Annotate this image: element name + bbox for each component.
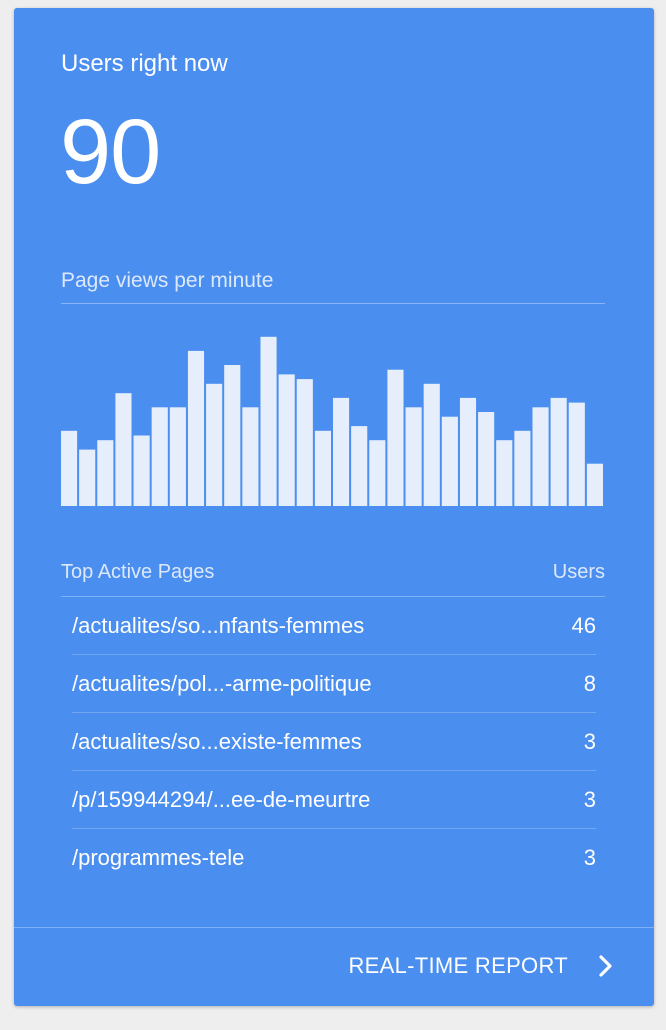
top-pages-list: /actualites/so...nfants-femmes 46 /actua… bbox=[72, 597, 596, 886]
real-time-report-label: REAL-TIME REPORT bbox=[348, 953, 568, 978]
footer-divider bbox=[14, 927, 654, 928]
pageviews-bar bbox=[169, 407, 186, 506]
pageviews-bar bbox=[478, 412, 495, 506]
chevron-right-icon bbox=[599, 955, 612, 977]
real-time-report-link[interactable]: REAL-TIME REPORT bbox=[348, 950, 614, 982]
pageviews-bar bbox=[187, 350, 205, 506]
pageviews-bar bbox=[260, 336, 277, 506]
row-page-path: /programmes-tele bbox=[72, 845, 245, 870]
pageviews-bar bbox=[333, 397, 350, 506]
pageviews-bar bbox=[586, 463, 603, 506]
active-users-count: 90 bbox=[60, 101, 161, 203]
pageviews-bar bbox=[441, 416, 458, 506]
pageviews-bar bbox=[423, 383, 440, 506]
pageviews-bar bbox=[61, 430, 78, 506]
section-divider bbox=[61, 303, 605, 304]
pageviews-label: Page views per minute bbox=[61, 269, 274, 292]
row-page-path: /p/159944294/...ee-de-meurtre bbox=[72, 787, 371, 812]
table-row[interactable]: /actualites/pol...-arme-politique 8 bbox=[72, 655, 596, 713]
row-user-count: 3 bbox=[583, 845, 596, 870]
pageviews-chart bbox=[61, 336, 603, 506]
pageviews-bar bbox=[532, 407, 549, 506]
table-row[interactable]: /p/159944294/...ee-de-meurtre 3 bbox=[72, 771, 596, 829]
row-page-path: /actualites/so...existe-femmes bbox=[72, 729, 362, 754]
row-user-count: 46 bbox=[571, 613, 596, 638]
pageviews-bar bbox=[278, 374, 295, 506]
table-row[interactable]: /programmes-tele 3 bbox=[72, 829, 596, 886]
row-user-count: 3 bbox=[583, 787, 596, 812]
header-top-active-pages: Top Active Pages bbox=[61, 561, 215, 583]
table-row[interactable]: /actualites/so...existe-femmes 3 bbox=[72, 713, 596, 771]
pageviews-bar bbox=[133, 435, 150, 506]
pageviews-bar bbox=[459, 397, 477, 506]
pageviews-bar bbox=[387, 369, 404, 506]
top-pages-header: Top Active Pages Users bbox=[61, 561, 605, 589]
card-title: Users right now bbox=[61, 50, 228, 77]
pageviews-bar bbox=[296, 379, 313, 506]
pageviews-bar bbox=[514, 430, 531, 506]
table-row[interactable]: /actualites/so...nfants-femmes 46 bbox=[72, 597, 596, 655]
pageviews-bar bbox=[369, 440, 386, 506]
row-user-count: 8 bbox=[583, 671, 596, 696]
pageviews-bar bbox=[568, 402, 585, 506]
row-page-path: /actualites/pol...-arme-politique bbox=[72, 671, 372, 696]
header-users: Users bbox=[552, 561, 605, 583]
pageviews-bar bbox=[351, 426, 368, 506]
realtime-card: Users right now 90 Page views per minute… bbox=[14, 8, 654, 1006]
pageviews-bar bbox=[79, 449, 96, 506]
pageviews-bar bbox=[550, 397, 567, 506]
pageviews-bar bbox=[242, 407, 259, 506]
pageviews-bar bbox=[224, 365, 241, 506]
pageviews-bar bbox=[115, 393, 132, 506]
row-user-count: 3 bbox=[583, 729, 596, 754]
pageviews-bar bbox=[206, 383, 223, 506]
pageviews-bar bbox=[496, 440, 513, 506]
pageviews-bar bbox=[314, 430, 331, 506]
pageviews-bar bbox=[405, 407, 422, 506]
pageviews-bar bbox=[151, 407, 168, 506]
row-page-path: /actualites/so...nfants-femmes bbox=[72, 613, 365, 638]
pageviews-bar bbox=[97, 440, 114, 506]
